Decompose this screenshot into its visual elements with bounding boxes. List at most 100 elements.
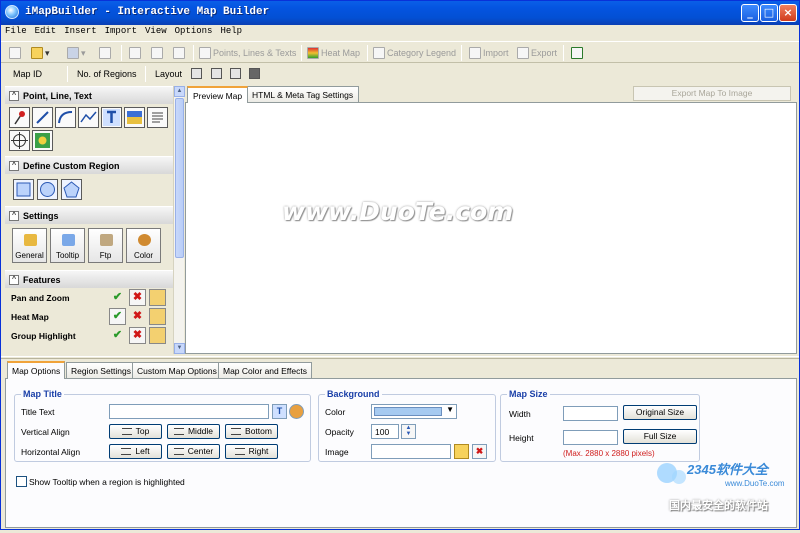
opacity-label: Opacity bbox=[325, 427, 354, 437]
scroll-down-icon[interactable]: ▼ bbox=[174, 343, 185, 354]
category-legend-button[interactable]: Category Legend bbox=[373, 45, 456, 61]
export-button[interactable]: Export bbox=[517, 45, 557, 61]
layout-option-1[interactable] bbox=[191, 68, 202, 79]
menu-help[interactable]: Help bbox=[216, 25, 246, 37]
menu-edit[interactable]: Edit bbox=[31, 25, 61, 37]
tool-panel-scrollbar[interactable]: ▲ ▼ bbox=[173, 86, 185, 354]
export-map-to-image-button[interactable]: Export Map To Image bbox=[633, 86, 791, 101]
font-icon[interactable]: T bbox=[272, 404, 287, 419]
opacity-input[interactable] bbox=[371, 424, 399, 439]
tab-map-color-effects[interactable]: Map Color and Effects bbox=[218, 362, 312, 378]
tab-preview-map[interactable]: Preview Map bbox=[187, 86, 249, 103]
heat-map-button[interactable]: Heat Map bbox=[307, 45, 360, 61]
tab-html-meta-settings[interactable]: HTML & Meta Tag Settings bbox=[246, 86, 360, 102]
ftp-settings-button[interactable]: Ftp bbox=[88, 228, 123, 263]
image-tool[interactable] bbox=[124, 107, 145, 128]
ftp-icon bbox=[100, 234, 113, 246]
tooltip-checkbox[interactable] bbox=[16, 476, 27, 487]
background-image-input[interactable] bbox=[371, 444, 451, 459]
opacity-spinner[interactable]: ▲ ▼ bbox=[401, 424, 416, 439]
tab-map-options[interactable]: Map Options bbox=[7, 361, 66, 379]
map-preview-canvas[interactable]: www.DuoTe.com bbox=[185, 102, 797, 354]
disable-x-icon[interactable]: ✖ bbox=[129, 327, 146, 344]
open-folder-button[interactable]: ▾ bbox=[31, 45, 50, 61]
section-settings[interactable]: ^ Settings bbox=[5, 206, 173, 224]
maximize-button[interactable]: □ bbox=[760, 4, 778, 22]
layout-option-4[interactable] bbox=[249, 68, 260, 79]
circle-region-tool[interactable] bbox=[37, 179, 58, 200]
edit-map-button[interactable] bbox=[99, 45, 111, 61]
enabled-check-icon[interactable]: ✔ bbox=[109, 308, 126, 325]
align-middle-button[interactable]: Middle bbox=[167, 424, 220, 439]
target-tool[interactable] bbox=[9, 130, 30, 151]
polyline-tool[interactable] bbox=[78, 107, 99, 128]
section-define-custom-region[interactable]: ^ Define Custom Region bbox=[5, 156, 173, 174]
minimize-button[interactable]: _ bbox=[741, 4, 759, 22]
height-input[interactable] bbox=[563, 430, 618, 445]
menu-view[interactable]: View bbox=[141, 25, 171, 37]
import-button[interactable]: Import bbox=[469, 45, 509, 61]
align-top-button[interactable]: Top bbox=[109, 424, 162, 439]
rectangle-region-tool[interactable] bbox=[13, 179, 34, 200]
pin-tool[interactable] bbox=[9, 107, 30, 128]
align-bottom-button[interactable]: Bottom bbox=[225, 424, 278, 439]
menu-options[interactable]: Options bbox=[171, 25, 217, 37]
num-regions-label: No. of Regions bbox=[77, 69, 137, 79]
layout-option-3[interactable] bbox=[230, 68, 241, 79]
line-tool[interactable] bbox=[32, 107, 53, 128]
map-title-group: Map Title Title Text T Vertical Align To… bbox=[14, 389, 311, 462]
preview-button[interactable] bbox=[173, 45, 185, 61]
background-color-picker[interactable]: ▼ bbox=[371, 404, 457, 419]
align-center-button[interactable]: Center bbox=[167, 444, 220, 459]
clear-image-icon[interactable]: ✖ bbox=[472, 444, 487, 459]
curve-tool[interactable] bbox=[55, 107, 76, 128]
title-color-icon[interactable] bbox=[289, 404, 304, 419]
enabled-check-icon[interactable]: ✔ bbox=[109, 327, 126, 344]
points-lines-texts-button[interactable]: Points, Lines & Texts bbox=[199, 45, 296, 61]
text-tool[interactable] bbox=[101, 107, 122, 128]
zoom-in-button[interactable] bbox=[129, 45, 141, 61]
close-button[interactable]: × bbox=[779, 4, 797, 22]
align-left-button[interactable]: Left bbox=[109, 444, 162, 459]
section-point-line-text[interactable]: ^ Point, Line, Text bbox=[5, 86, 173, 104]
list-tool[interactable] bbox=[147, 107, 168, 128]
save-button[interactable]: ▾ bbox=[67, 45, 86, 61]
tool-panel: ^ Point, Line, Text ^ Define Custom Region… bbox=[5, 86, 173, 354]
disable-x-icon[interactable]: ✖ bbox=[129, 308, 146, 325]
tab-region-settings[interactable]: Region Settings bbox=[66, 362, 137, 378]
section-title: Features bbox=[23, 275, 61, 285]
scrollbar-thumb[interactable] bbox=[175, 98, 184, 258]
enabled-check-icon[interactable]: ✔ bbox=[109, 289, 126, 306]
tab-custom-map-options[interactable]: Custom Map Options bbox=[132, 362, 222, 378]
polygon-region-tool[interactable] bbox=[61, 179, 82, 200]
document-button[interactable] bbox=[571, 45, 583, 61]
menu-insert[interactable]: Insert bbox=[60, 25, 100, 37]
section-features[interactable]: ^ Features bbox=[5, 270, 173, 288]
general-settings-button[interactable]: General bbox=[12, 228, 47, 263]
feature-settings-icon[interactable] bbox=[149, 289, 166, 306]
zoom-out-button[interactable] bbox=[151, 45, 163, 61]
preview-area: Preview Map HTML & Meta Tag Settings Exp… bbox=[185, 86, 797, 354]
full-size-button[interactable]: Full Size bbox=[623, 429, 697, 444]
align-right-icon bbox=[234, 448, 245, 456]
map-info-bar: Map ID No. of Regions Layout bbox=[1, 64, 799, 84]
layout-label: Layout bbox=[155, 69, 183, 79]
browse-folder-icon[interactable] bbox=[454, 444, 469, 459]
panel-splitter[interactable] bbox=[1, 356, 799, 359]
width-input[interactable] bbox=[563, 406, 618, 421]
new-file-button[interactable] bbox=[9, 45, 21, 61]
tooltip-settings-button[interactable]: Tooltip bbox=[50, 228, 85, 263]
region-tools bbox=[5, 174, 173, 206]
feature-settings-icon[interactable] bbox=[149, 308, 166, 325]
title-text-input[interactable] bbox=[109, 404, 269, 419]
color-settings-button[interactable]: Color bbox=[126, 228, 161, 263]
original-size-button[interactable]: Original Size bbox=[623, 405, 697, 420]
align-right-button[interactable]: Right bbox=[225, 444, 278, 459]
feature-settings-icon[interactable] bbox=[149, 327, 166, 344]
menu-import[interactable]: Import bbox=[101, 25, 141, 37]
area-tool[interactable] bbox=[32, 130, 53, 151]
menu-file[interactable]: File bbox=[1, 25, 31, 37]
scroll-up-icon[interactable]: ▲ bbox=[174, 86, 185, 97]
layout-option-2[interactable] bbox=[211, 68, 222, 79]
disable-x-icon[interactable]: ✖ bbox=[129, 289, 146, 306]
